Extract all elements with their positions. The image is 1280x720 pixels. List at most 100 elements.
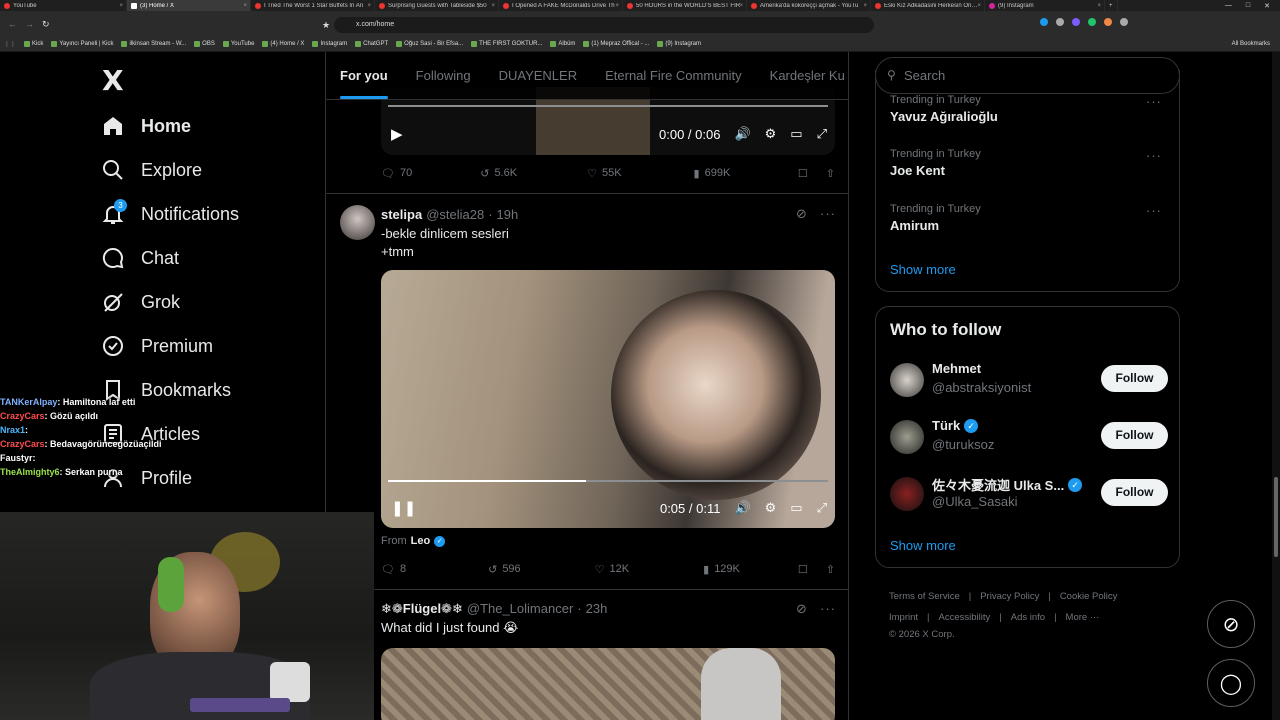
post2-author-handle[interactable]: @stelia28 (426, 207, 484, 222)
trend-item[interactable]: Trending in Turkey Amirum ··· (890, 203, 1170, 233)
extension-icon[interactable] (1088, 18, 1096, 26)
minimize-icon[interactable]: — (1225, 2, 1232, 9)
new-tab-button[interactable]: + (1105, 0, 1118, 11)
x-logo[interactable]: X (102, 64, 124, 97)
timeline-tab[interactable]: Eternal Fire Community (591, 68, 756, 83)
suggestion-name[interactable]: Türk (932, 418, 960, 433)
sidebar-item-grok[interactable]: Grok (101, 280, 301, 324)
avatar[interactable] (890, 363, 924, 397)
pip-icon[interactable]: ▭ (790, 126, 802, 142)
sidebar-item-home[interactable]: Home (101, 104, 301, 148)
bookmark-item[interactable]: OBS (190, 41, 219, 47)
more-icon[interactable]: ··· (820, 601, 836, 616)
bookmark-item[interactable]: YouTube (219, 41, 259, 47)
pip-icon[interactable]: ▭ (790, 500, 802, 516)
views-button[interactable]: ▮ 129K (703, 563, 740, 576)
share-icon[interactable]: ⇧ (826, 563, 835, 576)
suggestion-handle[interactable]: @turuksoz (932, 437, 994, 452)
footer-link[interactable]: Imprint (889, 607, 918, 628)
bookmark-item[interactable]: (1) Mepraz Offical - ... (579, 41, 653, 47)
follow-suggestion[interactable]: Türk ✓ @turuksoz Follow (890, 418, 1168, 458)
close-tab-icon[interactable]: × (491, 3, 495, 9)
sidebar-item-notifications[interactable]: Notifications (101, 192, 301, 236)
bookmark-item[interactable]: (9) Instagram (653, 41, 705, 47)
post2-author-name[interactable]: stelipa (381, 207, 422, 222)
browser-tab[interactable]: (3) Home / X × (127, 0, 251, 11)
scrollbar[interactable] (1272, 52, 1280, 720)
suggestion-name[interactable]: 佐々木憂流迦 Ulka S... (932, 475, 1064, 494)
follow-button[interactable]: Follow (1101, 479, 1168, 506)
extension-icon[interactable] (1072, 18, 1080, 26)
post2-video[interactable]: ❚❚ 0:05 / 0:11 🔊 ⚙ ▭ ⤢ (381, 270, 835, 528)
follow-button[interactable]: Follow (1101, 365, 1168, 392)
repost-button[interactable]: ↺ 5.6K (480, 167, 517, 180)
extension-icon[interactable] (1040, 18, 1048, 26)
more-icon[interactable]: ··· (1146, 94, 1162, 109)
pause-icon[interactable]: ❚❚ (391, 499, 416, 517)
reply-button[interactable]: 🗨 70 (381, 167, 412, 180)
views-button[interactable]: ▮ 699K (694, 167, 731, 180)
grok-icon[interactable]: ⊘ (796, 601, 807, 617)
grok-icon[interactable]: ⊘ (796, 206, 807, 222)
post2-time[interactable]: 19h (497, 207, 519, 222)
url-bar[interactable]: x.com/home (334, 17, 874, 33)
bookmark-item[interactable]: Instagram (308, 41, 351, 47)
sidebar-item-chat[interactable]: Chat (101, 236, 301, 280)
bookmark-item[interactable]: Yayıncı Paneli | Kick (47, 41, 117, 47)
follow-suggestion[interactable]: 佐々木憂流迦 Ulka S... ✓ @Ulka_Sasaki Follow (890, 475, 1168, 515)
close-tab-icon[interactable]: × (863, 3, 867, 9)
bookmark-item[interactable]: ChatGPT (351, 41, 392, 47)
browser-tab[interactable]: I Opened A FAKE McDonalds Drive Th × (499, 0, 623, 11)
volume-icon[interactable]: 🔊 (734, 500, 750, 516)
post2-avatar[interactable] (340, 205, 375, 240)
post3-time[interactable]: 23h (586, 601, 608, 616)
show-more-link[interactable]: Show more (890, 262, 956, 277)
footer-link[interactable]: More ··· (1066, 607, 1100, 628)
browser-tab[interactable]: YouTube × (0, 0, 127, 11)
more-icon[interactable]: ··· (1146, 203, 1162, 218)
timeline-tab[interactable]: Kardeşler Ku (756, 68, 848, 83)
play-icon[interactable]: ▶ (391, 125, 403, 143)
apps-icon[interactable]: ⋮⋮ (0, 41, 20, 48)
browser-tab[interactable]: Surprising Guests with Tableside $50 × (375, 0, 499, 11)
browser-tab[interactable]: Eski Kız Adkadasini Herkesin Öndün × (871, 0, 985, 11)
trend-item[interactable]: Trending in Turkey Yavuz Ağıralioğlu ··· (890, 94, 1170, 124)
browser-tab[interactable]: I Tried The Worst 1 Star Buffets In An × (251, 0, 375, 11)
maximize-icon[interactable]: □ (1246, 2, 1250, 9)
close-tab-icon[interactable]: × (367, 3, 371, 9)
volume-icon[interactable]: 🔊 (734, 126, 750, 142)
footer-link[interactable]: Cookie Policy (1060, 586, 1118, 607)
source-name[interactable]: Leo (411, 535, 431, 547)
forward-icon[interactable]: → (25, 19, 34, 29)
fullscreen-icon[interactable]: ⤢ (817, 126, 827, 142)
browser-tab[interactable]: (9) Instagram × (985, 0, 1105, 11)
avatar[interactable] (890, 477, 924, 511)
reply-button[interactable]: 🗨 8 (381, 563, 406, 576)
post3-author-handle[interactable]: @The_Lolimancer (467, 601, 573, 616)
footer-link[interactable]: Accessibility (939, 607, 991, 628)
bookmark-icon[interactable]: ☐ (798, 167, 808, 180)
like-button[interactable]: ♡ 12K (595, 563, 629, 576)
browser-tab[interactable]: Amerika'da kokoreççi açmak - YouTu × (747, 0, 871, 11)
suggestion-handle[interactable]: @Ulka_Sasaki (932, 494, 1017, 509)
all-bookmarks-button[interactable]: All Bookmarks (1228, 41, 1280, 47)
suggestion-name[interactable]: Mehmet (932, 361, 981, 376)
bookmark-item[interactable]: Kick (20, 41, 47, 47)
settings-icon[interactable]: ⚙ (765, 500, 777, 516)
footer-link[interactable]: Terms of Service (889, 586, 960, 607)
close-tab-icon[interactable]: × (119, 3, 123, 9)
close-tab-icon[interactable]: × (243, 3, 247, 9)
close-tab-icon[interactable]: × (1097, 3, 1101, 9)
post3-author-name[interactable]: ❄❁Flügel❁❄ (381, 601, 463, 617)
bookmark-item[interactable]: Oğuz Sasi - Bir Efsa... (392, 41, 467, 47)
bookmark-item[interactable]: ilkinsan Stream - W... (117, 41, 190, 47)
like-button[interactable]: ♡ 55K (587, 167, 621, 180)
extension-icon[interactable] (1056, 18, 1064, 26)
bookmark-item[interactable]: Albüm (546, 41, 579, 47)
sidebar-item-premium[interactable]: Premium (101, 324, 301, 368)
bookmark-item[interactable]: (4) Home / X (258, 41, 308, 47)
avatar[interactable] (890, 420, 924, 454)
back-icon[interactable]: ← (8, 19, 17, 29)
sidebar-item-explore[interactable]: Explore (101, 148, 301, 192)
suggestion-handle[interactable]: @abstraksiyonist (932, 380, 1031, 395)
